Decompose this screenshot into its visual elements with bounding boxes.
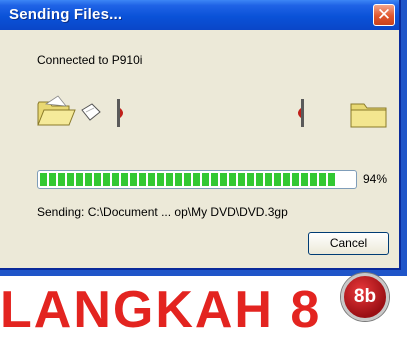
sending-files-dialog: Sending Files... ✕ Connected to P910i 94…: [0, 0, 401, 270]
device-connector-icon: [298, 99, 304, 127]
progress-fill: [40, 173, 336, 186]
sending-file-path: Sending: C:\Document ... op\My DVD\DVD.3…: [37, 205, 288, 219]
device-connector-icon: [117, 99, 123, 127]
close-button[interactable]: ✕: [373, 4, 395, 26]
folder-open-icon: [37, 95, 76, 126]
dialog-title: Sending Files...: [9, 6, 123, 23]
folder-icon: [350, 103, 387, 128]
step-headline: LANGKAH 8: [0, 281, 322, 339]
flying-document-icon: [81, 103, 101, 121]
cancel-button[interactable]: Cancel: [308, 232, 389, 255]
connection-status: Connected to P910i: [37, 53, 143, 67]
transfer-progress-bar: [37, 170, 357, 189]
step-badge: 8b: [341, 273, 389, 321]
progress-percent: 94%: [363, 172, 388, 186]
title-bar[interactable]: Sending Files... ✕: [0, 0, 399, 30]
